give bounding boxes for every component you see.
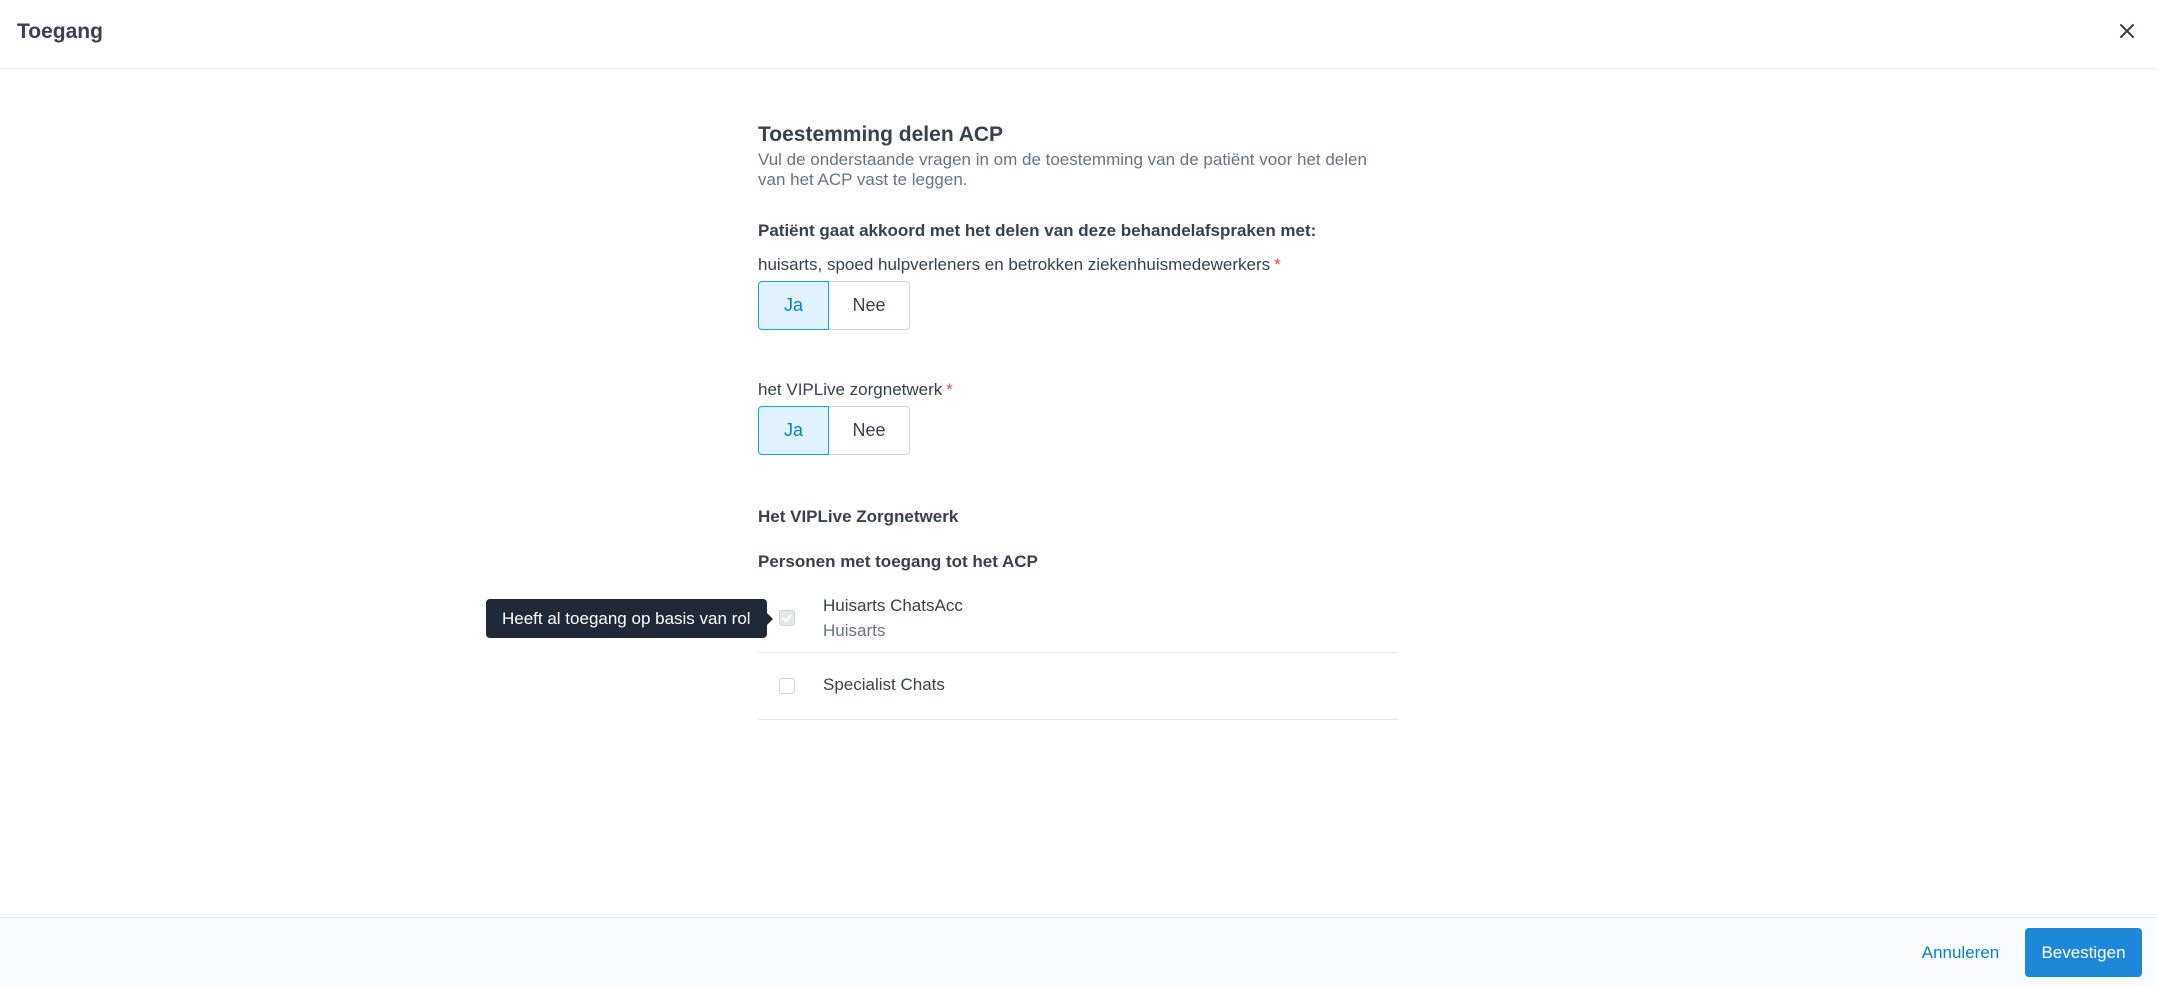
person-checkbox[interactable]	[779, 678, 795, 694]
tooltip-text: Heeft al toegang op basis van rol	[502, 608, 751, 628]
option-ja-button[interactable]: Ja	[758, 406, 829, 455]
option-nee-button[interactable]: Nee	[829, 281, 910, 330]
close-button[interactable]	[2112, 18, 2142, 48]
person-row: Specialist Chats	[758, 653, 1398, 720]
consent-toggle-huisarts: Ja Nee	[758, 281, 910, 330]
network-subheading: Personen met toegang tot het ACP	[758, 552, 1038, 571]
role-access-tooltip: Heeft al toegang op basis van rol	[486, 599, 773, 638]
cancel-button[interactable]: Annuleren	[1908, 928, 2013, 977]
question-label-text: het VIPLive zorgnetwerk	[758, 380, 943, 399]
confirm-button[interactable]: Bevestigen	[2025, 928, 2142, 977]
required-mark: *	[946, 380, 953, 399]
person-checkbox[interactable]	[779, 610, 795, 626]
person-name: Specialist Chats	[823, 675, 945, 694]
required-mark: *	[1274, 255, 1281, 274]
question-label-huisarts: huisarts, spoed hulpverleners en betrokk…	[758, 255, 1281, 275]
person-row: Huisarts ChatsAcc Huisarts	[758, 586, 1398, 653]
modal-footer: Annuleren Bevestigen	[0, 917, 2157, 986]
question-label-viplive: het VIPLive zorgnetwerk *	[758, 380, 953, 400]
consent-toggle-viplive: Ja Nee	[758, 406, 910, 455]
modal-title: Toegang	[17, 20, 103, 43]
network-heading: Het VIPLive Zorgnetwerk	[758, 507, 959, 526]
close-icon	[2119, 23, 2135, 44]
question-heading: Patiënt gaat akkoord met het delen van d…	[758, 221, 1317, 240]
person-role: Huisarts	[823, 621, 886, 640]
modal-header: Toegang	[0, 0, 2157, 69]
person-name: Huisarts ChatsAcc	[823, 596, 963, 615]
question-label-text: huisarts, spoed hulpverleners en betrokk…	[758, 255, 1271, 274]
option-ja-button[interactable]: Ja	[758, 281, 829, 330]
option-nee-button[interactable]: Nee	[829, 406, 910, 455]
form-title: Toestemming delen ACP	[758, 123, 1004, 146]
form-description: Vul de onderstaande vragen in om de toes…	[758, 150, 1367, 189]
tooltip-arrow	[766, 613, 773, 625]
